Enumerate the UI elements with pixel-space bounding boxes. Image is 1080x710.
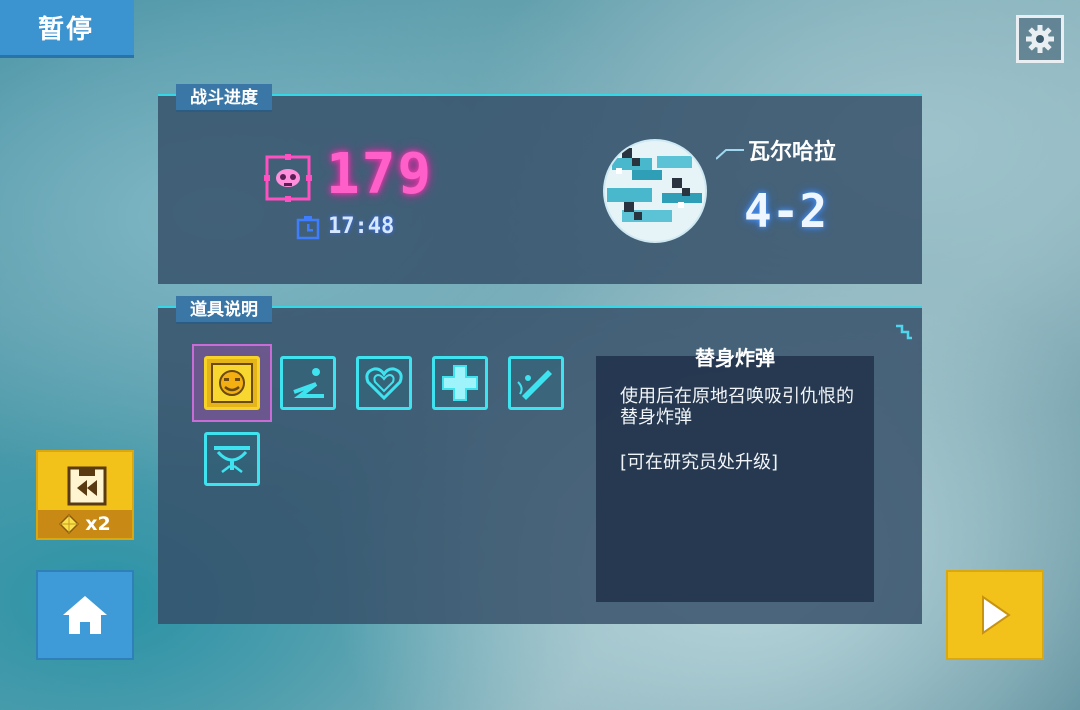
item-slot-6[interactable] xyxy=(204,432,260,486)
gem-icon xyxy=(59,514,80,534)
planet-image xyxy=(603,139,707,243)
rocket-launcher-icon xyxy=(517,370,552,400)
play-icon xyxy=(982,595,1011,635)
elapsed-time: 17:48 xyxy=(328,214,395,239)
home-icon xyxy=(63,596,107,634)
stage-number: 4-2 xyxy=(744,184,828,238)
item-info-label: 道具说明 xyxy=(176,296,272,324)
panel-corner-accent xyxy=(158,306,172,308)
rewind-cost-value: x2 xyxy=(85,513,111,535)
rewind-button[interactable]: x2 xyxy=(36,450,134,540)
rewind-icon xyxy=(67,466,107,506)
item-upgrade-note: [可在研究员处升级] xyxy=(620,452,779,473)
panel-corner-accent xyxy=(158,94,172,96)
kill-count: 179 xyxy=(326,142,434,207)
item-slot-2[interactable] xyxy=(280,356,336,410)
stopwatch-icon xyxy=(296,216,320,240)
settings-button[interactable] xyxy=(1016,15,1064,63)
item-slot-decoy-bomb[interactable] xyxy=(204,356,260,410)
eye-laser-icon xyxy=(214,446,250,473)
pause-label: 暂停 xyxy=(0,0,134,58)
item-slot-5[interactable] xyxy=(508,356,564,410)
battle-progress-panel: 战斗进度 179 17:48 瓦尔哈拉 4-2 xyxy=(158,84,922,284)
medical-cross-icon xyxy=(442,365,478,401)
item-slot-4[interactable] xyxy=(432,356,488,410)
battle-progress-label: 战斗进度 xyxy=(176,84,272,112)
item-detail-title: 替身炸弹 xyxy=(695,346,775,370)
rewind-cost: x2 xyxy=(38,510,132,538)
item-detail-description: 使用后在原地召唤吸引仇恨的替身炸弹 xyxy=(620,386,854,428)
planet-name: 瓦尔哈拉 xyxy=(748,140,837,165)
resume-button[interactable] xyxy=(946,570,1044,660)
home-button[interactable] xyxy=(36,570,134,660)
planet-name-connector xyxy=(716,149,744,160)
item-info-panel: 道具说明 替身炸弹 使用后在原地召唤吸引仇恨的替身炸弹 [可在研究员处升级] xyxy=(158,296,922,624)
skull-target-icon xyxy=(264,154,312,202)
gear-icon xyxy=(1026,25,1054,53)
heart-icon xyxy=(365,367,403,401)
item-slot-3[interactable] xyxy=(356,356,412,410)
expand-corner-icon xyxy=(896,324,912,340)
angry-sun-bomb-icon xyxy=(211,363,253,403)
squiggle-path-icon xyxy=(293,368,324,398)
